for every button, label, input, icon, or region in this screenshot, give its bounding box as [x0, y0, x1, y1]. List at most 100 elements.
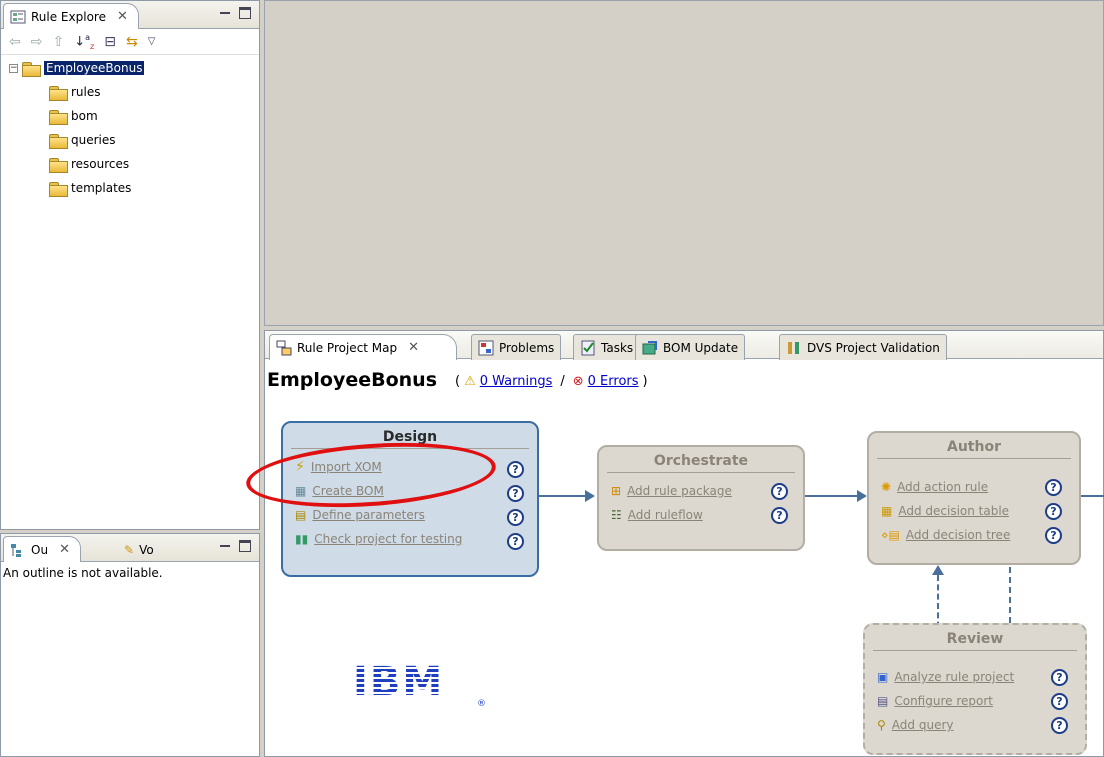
- tree-item-rules[interactable]: rules: [49, 81, 101, 103]
- tab-variables[interactable]: ✎ Vo: [117, 536, 165, 562]
- query-icon: ⚲: [877, 718, 886, 732]
- add-decision-table-action[interactable]: ▦ Add decision table: [881, 501, 1009, 521]
- rule-explorer-view: Rule Explore ✕ ⇦ ⇨ ⇧ ↓az ⊟ ⇆ ▽ − Employe…: [0, 0, 260, 530]
- tab-rule-project-map[interactable]: Rule Project Map ✕: [269, 334, 457, 360]
- help-icon[interactable]: ?: [771, 483, 788, 500]
- back-arrow-icon[interactable]: ⇦: [9, 34, 21, 50]
- help-icon[interactable]: ?: [507, 485, 524, 502]
- tab-label: DVS Project Validation: [807, 340, 940, 355]
- bom-update-icon: [642, 340, 657, 354]
- add-decision-table-link[interactable]: Add decision table: [898, 504, 1009, 518]
- tab-label: Vo: [139, 542, 154, 557]
- tab-bom-update[interactable]: BOM Update: [635, 334, 746, 360]
- ruleflow-icon: ☷: [611, 508, 622, 522]
- add-query-link[interactable]: Add query: [892, 718, 954, 732]
- tree-item-label: resources: [71, 157, 130, 171]
- tree-item-templates[interactable]: templates: [49, 177, 131, 199]
- check-project-action[interactable]: ▮▮ Check project for testing: [295, 529, 462, 549]
- outline-message: An outline is not available.: [3, 566, 163, 580]
- review-link-down: [1009, 567, 1011, 623]
- tab-problems[interactable]: Problems: [471, 334, 562, 360]
- explorer-toolbar: ⇦ ⇨ ⇧ ↓az ⊟ ⇆ ▽: [1, 29, 259, 55]
- dvs-icon: ▮▮: [295, 532, 309, 546]
- close-icon[interactable]: ✕: [117, 9, 128, 24]
- add-rule-package-link[interactable]: Add rule package: [627, 484, 732, 498]
- explorer-tabbar: Rule Explore ✕: [1, 1, 259, 29]
- tab-rule-explorer[interactable]: Rule Explore ✕: [3, 3, 139, 29]
- warnings-link[interactable]: 0 Warnings: [480, 374, 553, 389]
- tree-item-bom[interactable]: bom: [49, 105, 98, 127]
- map-icon: [276, 340, 292, 355]
- add-ruleflow-action[interactable]: ☷ Add ruleflow: [611, 505, 703, 525]
- minimize-button[interactable]: [219, 7, 231, 19]
- tree-item-label: EmployeeBonus: [44, 61, 145, 75]
- define-parameters-action[interactable]: ▤ Define parameters: [295, 505, 425, 525]
- maximize-button[interactable]: [239, 7, 251, 19]
- open-paren: (: [455, 374, 461, 389]
- analyze-project-action[interactable]: ▣ Analyze rule project: [877, 667, 1014, 687]
- view-menu-icon[interactable]: ▽: [148, 36, 156, 47]
- help-icon[interactable]: ?: [1051, 717, 1068, 734]
- rule-explorer-icon: [10, 10, 26, 23]
- add-action-rule-action[interactable]: ✺ Add action rule: [881, 477, 988, 497]
- help-icon[interactable]: ?: [507, 461, 524, 478]
- tab-tasks[interactable]: Tasks: [573, 334, 641, 360]
- action-rule-icon: ✺: [881, 480, 892, 494]
- maximize-button[interactable]: [239, 540, 251, 552]
- tab-label: BOM Update: [663, 340, 739, 355]
- tree-item-resources[interactable]: resources: [49, 153, 129, 175]
- decision-tree-icon: ⋄▤: [881, 528, 900, 542]
- add-action-rule-link[interactable]: Add action rule: [897, 480, 988, 494]
- link-editor-icon[interactable]: ⇆: [126, 34, 138, 50]
- help-icon[interactable]: ?: [1051, 693, 1068, 710]
- close-icon[interactable]: ✕: [408, 340, 419, 355]
- project-title: EmployeeBonus: [267, 369, 437, 391]
- outline-tabbar: Ou ✕ ✎ Vo: [1, 534, 259, 562]
- tab-label: Rule Project Map: [297, 340, 398, 355]
- help-icon[interactable]: ?: [1045, 527, 1062, 544]
- report-icon: ▤: [877, 694, 889, 708]
- tab-outline[interactable]: Ou ✕: [3, 536, 81, 562]
- rule-project-map-view: Rule Project Map ✕ Problems Tasks BOM Up…: [264, 330, 1104, 757]
- review-title: Review: [946, 631, 1004, 647]
- ibm-logo: IBM: [353, 659, 445, 705]
- add-ruleflow-link[interactable]: Add ruleflow: [628, 508, 703, 522]
- minimize-button[interactable]: [219, 540, 231, 552]
- help-icon[interactable]: ?: [507, 509, 524, 526]
- configure-report-action[interactable]: ▤ Configure report: [877, 691, 993, 711]
- add-decision-tree-link[interactable]: Add decision tree: [906, 528, 1010, 542]
- define-parameters-link[interactable]: Define parameters: [312, 508, 425, 522]
- tasks-icon: [581, 340, 595, 355]
- collapse-icon[interactable]: −: [9, 63, 18, 73]
- project-status: ( ⚠ 0 Warnings / ⊗ 0 Errors ): [455, 374, 648, 389]
- help-icon[interactable]: ?: [1045, 503, 1062, 520]
- sort-az-icon[interactable]: ↓az: [74, 33, 94, 51]
- error-icon: ⊗: [572, 374, 584, 389]
- add-query-action[interactable]: ⚲ Add query: [877, 715, 953, 735]
- configure-report-link[interactable]: Configure report: [894, 694, 993, 708]
- collapse-all-icon[interactable]: ⊟: [104, 34, 116, 50]
- folder-icon: [49, 133, 68, 149]
- design-title: Design: [382, 429, 438, 445]
- add-decision-tree-action[interactable]: ⋄▤ Add decision tree: [881, 525, 1010, 545]
- variables-icon: ✎: [124, 542, 135, 557]
- close-icon[interactable]: ✕: [59, 542, 70, 557]
- help-icon[interactable]: ?: [771, 507, 788, 524]
- help-icon[interactable]: ?: [507, 533, 524, 550]
- add-rule-package-action[interactable]: ⊞ Add rule package: [611, 481, 732, 501]
- orchestrate-box: Orchestrate ⊞ Add rule package ? ☷ Add r…: [597, 445, 805, 551]
- forward-arrow-icon[interactable]: ⇨: [31, 34, 43, 50]
- analyze-project-link[interactable]: Analyze rule project: [894, 670, 1014, 684]
- help-icon[interactable]: ?: [1051, 669, 1068, 686]
- tab-label: Ou: [31, 542, 49, 557]
- up-icon[interactable]: ⇧: [52, 34, 64, 50]
- flow-arrow: [805, 495, 859, 497]
- arrow-head: [857, 490, 867, 502]
- tree-item-label: rules: [71, 85, 101, 99]
- errors-link[interactable]: 0 Errors: [588, 374, 639, 389]
- help-icon[interactable]: ?: [1045, 479, 1062, 496]
- tree-item-project[interactable]: − EmployeeBonus: [9, 57, 145, 79]
- check-project-link[interactable]: Check project for testing: [314, 532, 462, 546]
- tree-item-queries[interactable]: queries: [49, 129, 116, 151]
- tab-dvs-project-validation[interactable]: DVS Project Validation: [779, 334, 947, 360]
